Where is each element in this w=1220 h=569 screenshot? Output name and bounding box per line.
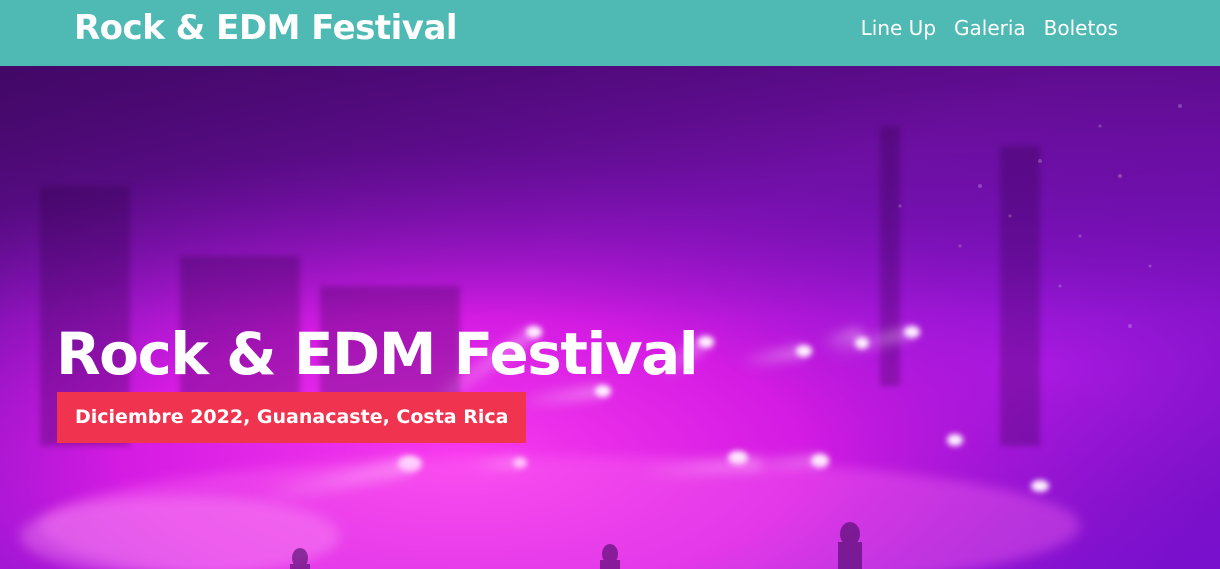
event-date-location-badge: Diciembre 2022, Guanacaste, Costa Rica bbox=[57, 392, 527, 443]
hero-title: Rock & EDM Festival bbox=[56, 320, 699, 388]
page: Rock & EDM Festival Line Up Galeria Bole… bbox=[0, 0, 1220, 569]
nav-link-line-up[interactable]: Line Up bbox=[861, 14, 936, 42]
main-nav: Line Up Galeria Boletos bbox=[861, 14, 1118, 42]
brand-logo-link[interactable]: Rock & EDM Festival bbox=[74, 6, 458, 50]
site-header: Rock & EDM Festival Line Up Galeria Bole… bbox=[0, 0, 1220, 66]
hero-section: Rock & EDM Festival Diciembre 2022, Guan… bbox=[0, 66, 1220, 569]
nav-link-boletos[interactable]: Boletos bbox=[1044, 14, 1118, 42]
nav-link-galeria[interactable]: Galeria bbox=[954, 14, 1026, 42]
